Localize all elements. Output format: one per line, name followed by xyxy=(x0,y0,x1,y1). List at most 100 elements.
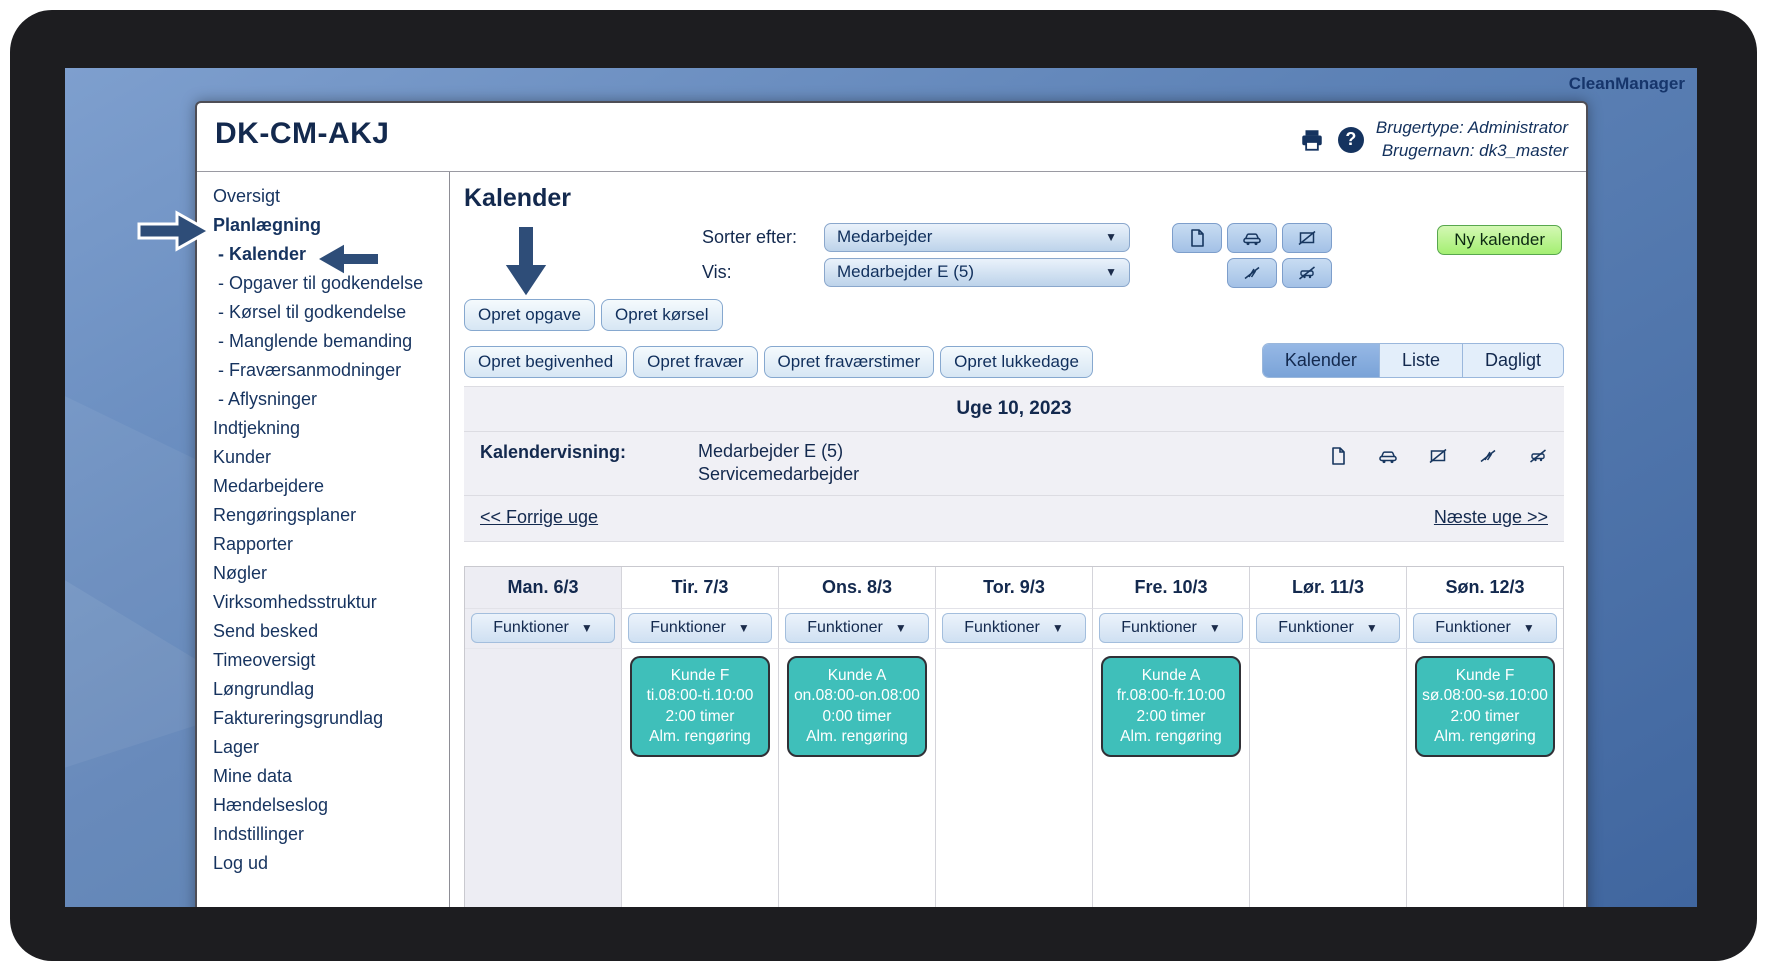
calendar-view-icons xyxy=(1328,440,1548,466)
create-closed-days-button[interactable]: Opret lukkedage xyxy=(940,345,1093,378)
view-select-value: Medarbejder E (5) xyxy=(837,262,975,282)
view-label: Vis: xyxy=(702,261,732,282)
document-icon[interactable] xyxy=(1328,446,1348,466)
sidebar-item-aflysninger[interactable]: - Aflysninger xyxy=(213,385,449,414)
app-window: DK-CM-AKJ ? Brugertype: Administrator Br… xyxy=(195,101,1588,907)
event-task: Alm. rengøring xyxy=(1120,728,1222,746)
day-header-tir: Tir. 7/3 xyxy=(621,566,778,609)
sidebar-item-timeoversigt[interactable]: Timeoversigt xyxy=(213,646,449,675)
event-task: Alm. rengøring xyxy=(1434,728,1536,746)
tab-kalender[interactable]: Kalender xyxy=(1262,343,1379,377)
day-header-tor: Tor. 9/3 xyxy=(935,566,1092,609)
hide-tasks-button[interactable] xyxy=(1282,222,1332,253)
chevron-down-icon: ▼ xyxy=(1522,620,1535,635)
functions-label: Funktioner xyxy=(1278,618,1354,636)
sidebar-item-rapporter[interactable]: Rapporter xyxy=(213,530,449,559)
day-cell-loer[interactable] xyxy=(1249,648,1406,907)
functions-dropdown[interactable]: Funktioner ▼ xyxy=(471,612,615,643)
day-cell-soen[interactable]: Kunde F sø.08:00-sø.10:00 2:00 timer Alm… xyxy=(1406,648,1563,907)
event-time: sø.08:00-sø.10:00 xyxy=(1422,687,1548,705)
functions-dropdown[interactable]: Funktioner ▼ xyxy=(942,612,1086,643)
sidebar-item-kalender[interactable]: - Kalender xyxy=(213,240,449,269)
next-week-link[interactable]: Næste uge >> xyxy=(1434,507,1548,528)
chevron-down-icon: ▼ xyxy=(580,620,593,635)
functions-dropdown[interactable]: Funktioner ▼ xyxy=(1413,612,1557,643)
day-header-man: Man. 6/3 xyxy=(465,566,621,609)
sidebar-item-log-ud[interactable]: Log ud xyxy=(213,849,449,878)
sidebar-item-opgaver-til-godkendelse[interactable]: - Opgaver til godkendelse xyxy=(213,269,449,298)
car-icon[interactable] xyxy=(1378,446,1398,466)
user-type-label: Brugertype: Administrator xyxy=(1375,118,1568,137)
sidebar-item-haendelseslog[interactable]: Hændelseslog xyxy=(213,791,449,820)
hide-absence-button[interactable] xyxy=(1227,257,1277,288)
sidebar-item-kunder[interactable]: Kunder xyxy=(213,443,449,472)
calendar-event[interactable]: Kunde F ti.08:00-ti.10:00 2:00 timer Alm… xyxy=(629,655,771,758)
create-buttons-row-1: Opret opgave Opret kørsel xyxy=(464,298,1564,331)
crossed-car-icon xyxy=(1297,263,1317,283)
prev-week-link[interactable]: << Forrige uge xyxy=(480,507,598,528)
functions-dropdown[interactable]: Funktioner ▼ xyxy=(1256,612,1400,643)
sidebar-item-indtjekning[interactable]: Indtjekning xyxy=(213,414,449,443)
event-time: fr.08:00-fr.10:00 xyxy=(1116,687,1226,705)
hide-driving-button[interactable] xyxy=(1282,257,1332,288)
calendar-event[interactable]: Kunde A on.08:00-on.08:00 0:00 timer Alm… xyxy=(786,655,928,758)
driving-button[interactable] xyxy=(1227,222,1277,253)
sidebar-item-send-besked[interactable]: Send besked xyxy=(213,617,449,646)
functions-label: Funktioner xyxy=(493,618,569,636)
header-right: ? Brugertype: Administrator Brugernavn: … xyxy=(1299,117,1568,163)
sidebar-item-manglende-bemanding[interactable]: - Manglende bemanding xyxy=(213,327,449,356)
chevron-down-icon: ▼ xyxy=(1105,230,1117,245)
create-event-button[interactable]: Opret begivenhed xyxy=(464,345,628,378)
view-select[interactable]: Medarbejder E (5) ▼ xyxy=(824,257,1130,287)
document-button[interactable] xyxy=(1172,222,1222,253)
sidebar-item-oversigt[interactable]: Oversigt xyxy=(213,182,449,211)
sort-select[interactable]: Medarbejder ▼ xyxy=(824,222,1130,252)
sidebar-item-mine-data[interactable]: Mine data xyxy=(213,762,449,791)
sort-select-value: Medarbejder xyxy=(837,227,933,247)
sidebar-item-planlaegning[interactable]: Planlægning xyxy=(213,211,449,240)
chevron-down-icon: ▼ xyxy=(1105,265,1117,280)
event-hours: 0:00 timer xyxy=(822,707,892,725)
create-absence-button[interactable]: Opret fravær xyxy=(633,345,758,378)
sidebar-item-loengrundlag[interactable]: Løngrundlag xyxy=(213,675,449,704)
functions-dropdown[interactable]: Funktioner ▼ xyxy=(1099,612,1243,643)
sidebar-item-virksomhedsstruktur[interactable]: Virksomhedsstruktur xyxy=(213,588,449,617)
tab-liste[interactable]: Liste xyxy=(1378,343,1462,377)
create-driving-button[interactable]: Opret kørsel xyxy=(601,298,723,331)
day-cell-ons[interactable]: Kunde A on.08:00-on.08:00 0:00 timer Alm… xyxy=(778,648,935,907)
day-cell-tor[interactable] xyxy=(935,648,1092,907)
crossed-tool-icon[interactable] xyxy=(1478,446,1498,466)
sidebar-item-lager[interactable]: Lager xyxy=(213,733,449,762)
crossed-car-icon[interactable] xyxy=(1528,446,1548,466)
crossed-rectangle-icon[interactable] xyxy=(1428,446,1448,466)
tab-dagligt[interactable]: Dagligt xyxy=(1461,343,1563,377)
create-task-button[interactable]: Opret opgave xyxy=(464,298,596,331)
functions-dropdown[interactable]: Funktioner ▼ xyxy=(628,612,772,643)
calendar-event[interactable]: Kunde F sø.08:00-sø.10:00 2:00 timer Alm… xyxy=(1414,655,1556,758)
print-icon[interactable] xyxy=(1299,126,1326,153)
day-cell-fre[interactable]: Kunde A fr.08:00-fr.10:00 2:00 timer Alm… xyxy=(1092,648,1249,907)
sidebar-item-fravaersanmodninger[interactable]: - Fraværsanmodninger xyxy=(213,356,449,385)
sidebar-item-indstillinger[interactable]: Indstillinger xyxy=(213,820,449,849)
window-body: Oversigt Planlægning - Kalender - Opgave… xyxy=(197,171,1586,907)
week-title: Uge 10, 2023 xyxy=(464,385,1564,432)
user-name-label: Brugernavn: dk3_master xyxy=(1381,140,1568,160)
car-icon xyxy=(1242,228,1262,248)
chevron-down-icon: ▼ xyxy=(1051,620,1064,635)
day-cell-man[interactable] xyxy=(465,648,621,907)
event-task: Alm. rengøring xyxy=(649,728,751,746)
create-absence-hours-button[interactable]: Opret fraværstimer xyxy=(763,345,935,378)
sidebar-item-rengoeringsplaner[interactable]: Rengøringsplaner xyxy=(213,501,449,530)
sidebar-item-noegler[interactable]: Nøgler xyxy=(213,559,449,588)
calendar-event[interactable]: Kunde A fr.08:00-fr.10:00 2:00 timer Alm… xyxy=(1100,655,1242,758)
day-cell-tir[interactable]: Kunde F ti.08:00-ti.10:00 2:00 timer Alm… xyxy=(621,648,778,907)
sidebar-item-koersel-til-godkendelse[interactable]: - Kørsel til godkendelse xyxy=(213,298,449,327)
help-icon[interactable]: ? xyxy=(1337,126,1364,153)
event-customer: Kunde A xyxy=(827,666,887,684)
sidebar-item-medarbejdere[interactable]: Medarbejdere xyxy=(213,472,449,501)
functions-dropdown[interactable]: Funktioner ▼ xyxy=(785,612,929,643)
event-time: ti.08:00-ti.10:00 xyxy=(646,687,754,705)
new-calendar-button[interactable]: Ny kalender xyxy=(1437,224,1562,255)
sidebar-item-faktureringsgrundlag[interactable]: Faktureringsgrundlag xyxy=(213,704,449,733)
chevron-down-icon: ▼ xyxy=(737,620,750,635)
